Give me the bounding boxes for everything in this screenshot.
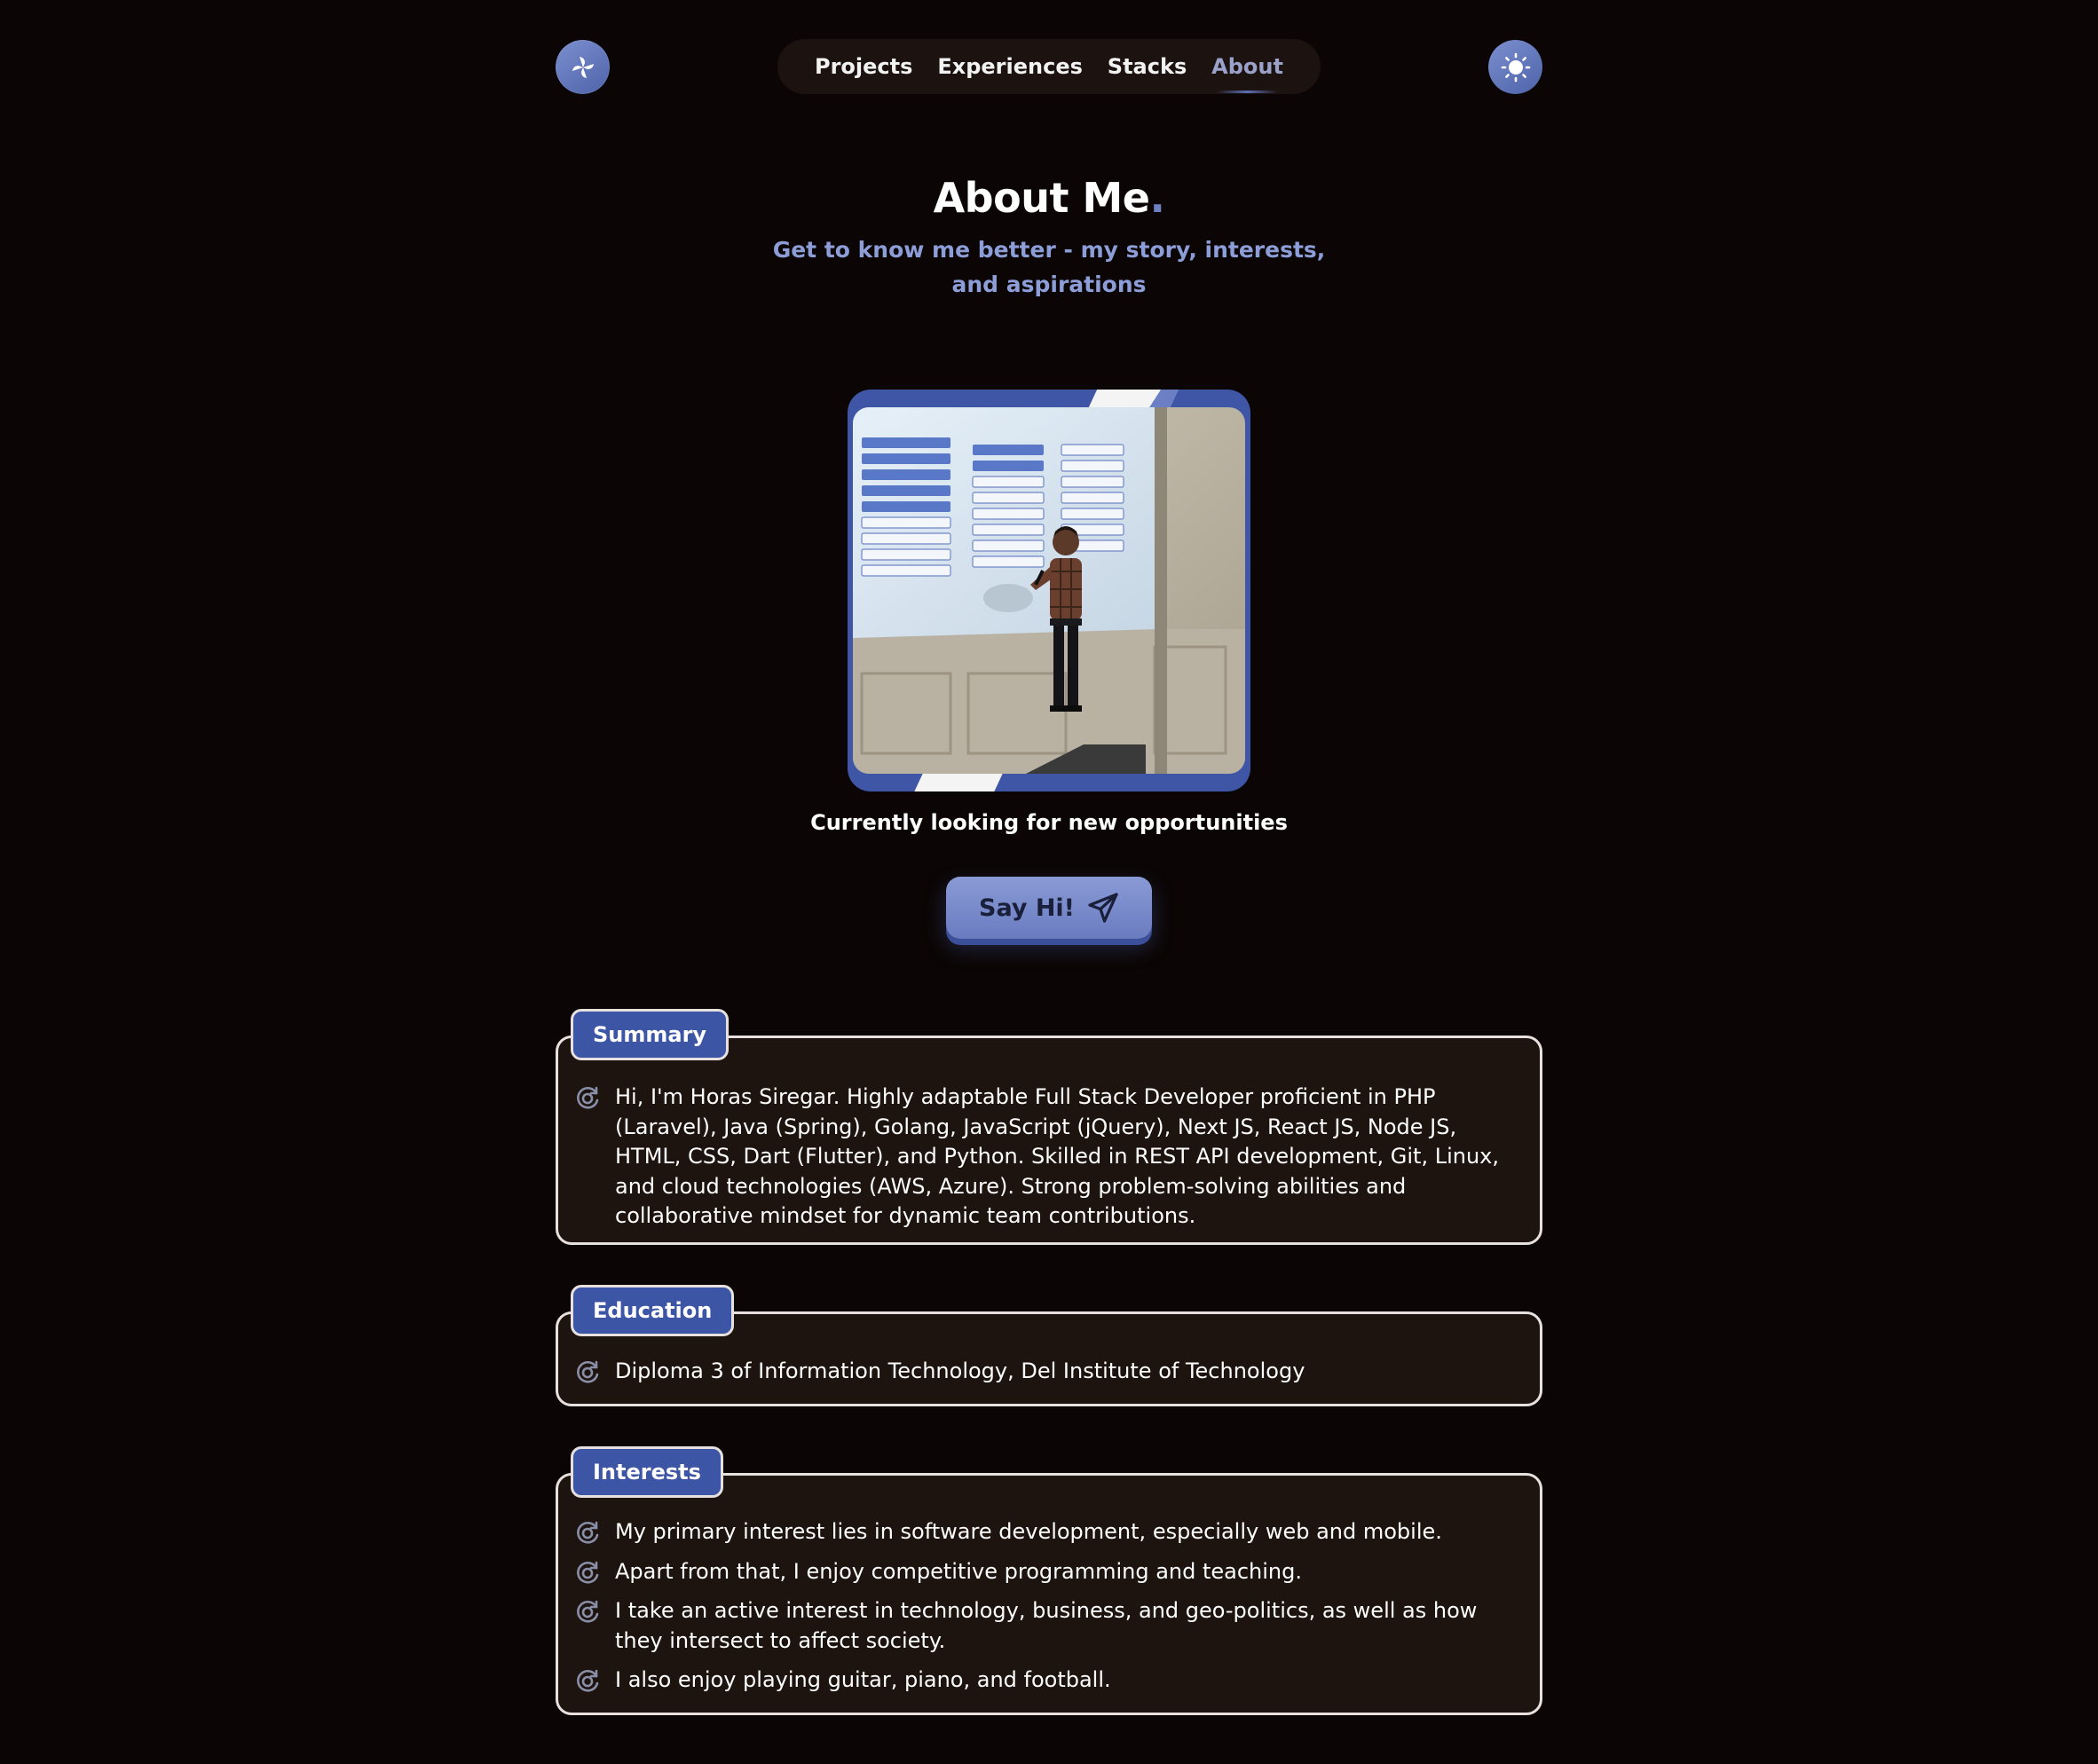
interest-text: My primary interest lies in software dev…: [615, 1519, 1442, 1544]
education-section: Education Diploma 3 of Information Techn…: [556, 1285, 1542, 1406]
interests-section: Interests My primary interest lies in so…: [556, 1446, 1542, 1715]
nav-link-projects[interactable]: Projects: [815, 54, 912, 79]
say-hi-button[interactable]: Say Hi!: [946, 877, 1152, 939]
interests-list: My primary interest lies in software dev…: [574, 1517, 1524, 1705]
profile-photo: [853, 407, 1245, 774]
education-section-label: Education: [571, 1285, 735, 1336]
say-hi-label: Say Hi!: [979, 894, 1075, 922]
summary-list: Hi, I'm Horas Siregar. Highly adaptable …: [574, 1083, 1524, 1232]
frame-accent-bottom: [914, 774, 1003, 791]
nav-link-experiences[interactable]: Experiences: [937, 54, 1083, 79]
interest-text: Apart from that, I enjoy competitive pro…: [615, 1558, 1302, 1584]
summary-section-label: Summary: [571, 1009, 730, 1060]
orbit-bullet-icon: [577, 1600, 599, 1623]
logo-button[interactable]: [556, 40, 610, 94]
orbit-bullet-icon: [577, 1561, 599, 1583]
orbit-bullet-icon: [577, 1086, 599, 1109]
list-item: Hi, I'm Horas Siregar. Highly adaptable …: [574, 1083, 1524, 1232]
orbit-bullet-icon: [577, 1669, 599, 1692]
list-item: Diploma 3 of Information Technology, Del…: [574, 1357, 1524, 1387]
education-text: Diploma 3 of Information Technology, Del…: [615, 1358, 1305, 1383]
page-title-text: About Me: [933, 174, 1150, 222]
interests-section-label: Interests: [571, 1446, 723, 1498]
frame-accent-top: [1087, 390, 1179, 409]
sun-icon: [1501, 52, 1530, 82]
nav-link-about[interactable]: About: [1211, 54, 1283, 93]
page-subtitle: Get to know me better - my story, intere…: [772, 237, 1326, 297]
list-item: I also enjoy playing guitar, piano, and …: [574, 1666, 1524, 1696]
list-item: I take an active interest in technology,…: [574, 1596, 1524, 1656]
interest-text: I also enjoy playing guitar, piano, and …: [615, 1667, 1111, 1692]
send-icon: [1088, 893, 1118, 923]
education-list: Diploma 3 of Information Technology, Del…: [574, 1357, 1524, 1387]
availability-status: Currently looking for new opportunities: [810, 810, 1288, 835]
nav-link-stacks[interactable]: Stacks: [1108, 54, 1187, 79]
pinwheel-logo-icon: [572, 56, 594, 78]
page-title: About Me.: [0, 174, 2098, 222]
summary-section: Summary Hi, I'm Horas Siregar. Highly ad…: [556, 1009, 1542, 1245]
profile-photo-frame: [848, 390, 1250, 791]
about-page: Projects Experiences Stacks About About …: [0, 0, 2098, 1764]
list-item: My primary interest lies in software dev…: [574, 1517, 1524, 1547]
page-title-dot: .: [1149, 174, 1165, 222]
interest-text: I take an active interest in technology,…: [615, 1598, 1478, 1653]
summary-text: Hi, I'm Horas Siregar. Highly adaptable …: [615, 1084, 1500, 1228]
theme-toggle-button[interactable]: [1488, 40, 1542, 94]
orbit-bullet-icon: [577, 1521, 599, 1544]
orbit-bullet-icon: [577, 1360, 599, 1383]
main-nav: Projects Experiences Stacks About: [777, 39, 1321, 94]
list-item: Apart from that, I enjoy competitive pro…: [574, 1557, 1524, 1587]
